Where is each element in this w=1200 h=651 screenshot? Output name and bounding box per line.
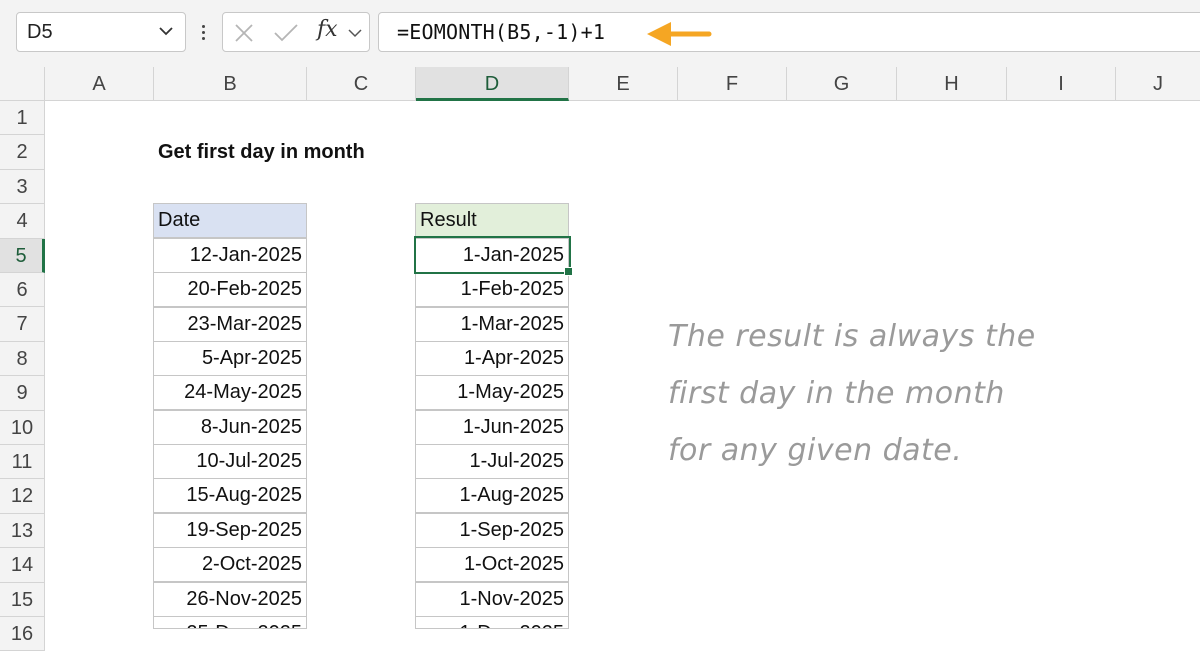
row-header-11[interactable]: 11 [0,445,45,480]
column-header-g[interactable]: G [787,67,897,101]
row-header-15[interactable]: 15 [0,582,45,617]
annotation-note: The result is always the first day in th… [668,308,1138,479]
column-header-j[interactable]: J [1116,67,1200,101]
date-cell[interactable]: 5-Apr-2025 [153,341,307,376]
result-cell[interactable]: 1-Mar-2025 [415,307,569,342]
result-cell[interactable]: 1-Jan-2025 [415,238,569,273]
result-cell[interactable]: 1-Dec-2025 [415,616,569,629]
date-cell[interactable]: 20-Feb-2025 [153,272,307,307]
column-header-b[interactable]: B [154,67,307,101]
annotation-line: for any given date. [668,433,963,468]
result-cell[interactable]: 1-May-2025 [415,375,569,410]
date-cell[interactable]: 10-Jul-2025 [153,444,307,479]
annotation-line: first day in the month [668,376,1005,411]
date-cell[interactable]: 25-Dec-2025 [153,616,307,629]
date-cell[interactable]: 12-Jan-2025 [153,238,307,273]
column-header-c[interactable]: C [307,67,416,101]
row-header-9[interactable]: 9 [0,376,45,411]
annotation-line: The result is always the [668,319,1036,354]
fill-handle[interactable] [564,267,573,276]
result-cell[interactable]: 1-Jul-2025 [415,444,569,479]
insert-function-icon[interactable]: fx [317,17,338,42]
date-header-cell[interactable]: Date [153,203,307,238]
date-cell[interactable]: 26-Nov-2025 [153,582,307,617]
more-options-icon[interactable] [196,18,210,46]
column-header-d[interactable]: D [416,67,569,101]
chevron-down-icon[interactable] [157,15,175,49]
result-cell[interactable]: 1-Sep-2025 [415,513,569,548]
select-all-corner[interactable] [0,67,45,101]
chevron-down-icon[interactable] [347,25,363,41]
sheet-title[interactable]: Get first day in month [158,141,365,164]
formula-bar: D5 fx =EOMONTH(B5,-1)+1 [0,0,1200,67]
row-header-7[interactable]: 7 [0,307,45,342]
row-header-6[interactable]: 6 [0,273,45,308]
date-cell[interactable]: 23-Mar-2025 [153,307,307,342]
date-cell[interactable]: 19-Sep-2025 [153,513,307,548]
column-header-e[interactable]: E [569,67,678,101]
formula-input[interactable]: =EOMONTH(B5,-1)+1 [378,12,1200,52]
row-header-4[interactable]: 4 [0,204,45,239]
enter-check-icon[interactable] [273,22,299,44]
result-header-cell[interactable]: Result [415,203,569,238]
formula-actions: fx [222,12,370,52]
result-cell[interactable]: 1-Apr-2025 [415,341,569,376]
result-cell[interactable]: 1-Jun-2025 [415,410,569,445]
row-header-5[interactable]: 5 [0,238,45,273]
row-header-13[interactable]: 13 [0,513,45,549]
row-header-2[interactable]: 2 [0,135,45,170]
row-header-14[interactable]: 14 [0,548,45,583]
arrow-left-icon [647,22,712,46]
row-header-3[interactable]: 3 [0,169,45,205]
formula-text: =EOMONTH(B5,-1)+1 [397,20,606,44]
row-header-1[interactable]: 1 [0,101,45,136]
row-header-12[interactable]: 12 [0,479,45,514]
date-cell[interactable]: 15-Aug-2025 [153,478,307,513]
row-header-10[interactable]: 10 [0,410,45,445]
result-cell[interactable]: 1-Oct-2025 [415,547,569,582]
name-box-value: D5 [27,21,53,43]
cancel-icon[interactable] [233,22,255,44]
column-header-h[interactable]: H [897,67,1007,101]
result-cell[interactable]: 1-Nov-2025 [415,582,569,617]
column-header-i[interactable]: I [1007,67,1116,101]
column-header-a[interactable]: A [45,67,154,101]
date-cell[interactable]: 24-May-2025 [153,375,307,410]
date-cell[interactable]: 2-Oct-2025 [153,547,307,582]
row-header-8[interactable]: 8 [0,341,45,377]
result-cell[interactable]: 1-Aug-2025 [415,478,569,513]
date-cell[interactable]: 8-Jun-2025 [153,410,307,445]
column-header-f[interactable]: F [678,67,787,101]
name-box[interactable]: D5 [16,12,186,52]
result-cell[interactable]: 1-Feb-2025 [415,272,569,307]
row-header-16[interactable]: 16 [0,617,45,651]
